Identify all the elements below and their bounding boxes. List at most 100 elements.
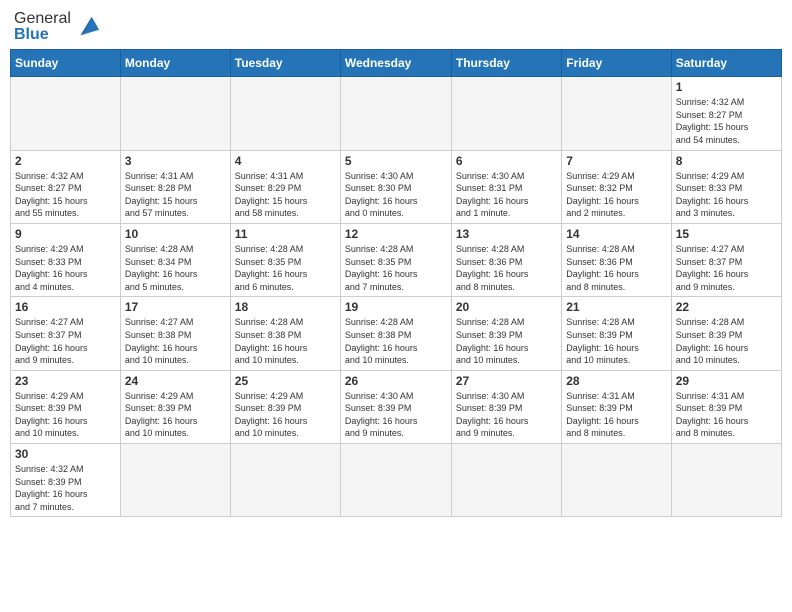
weekday-header-saturday: Saturday [671,50,781,77]
logo: General Blue [14,10,101,43]
day-number: 30 [15,447,116,461]
calendar-day-cell [451,77,561,150]
weekday-header-tuesday: Tuesday [230,50,340,77]
calendar-day-cell: 18 Sunrise: 4:28 AM Sunset: 8:38 PM Dayli… [230,297,340,370]
day-number: 23 [15,374,116,388]
day-info: Sunrise: 4:27 AM Sunset: 8:37 PM Dayligh… [676,243,777,293]
calendar-day-cell: 11 Sunrise: 4:28 AM Sunset: 8:35 PM Dayli… [230,223,340,296]
calendar-table: SundayMondayTuesdayWednesdayThursdayFrid… [10,49,782,517]
calendar-day-cell: 24Sunrise: 4:29 AM Sunset: 8:39 PM Dayli… [120,370,230,443]
day-number: 22 [676,300,777,314]
day-info: Sunrise: 4:28 AM Sunset: 8:39 PM Dayligh… [566,316,666,366]
day-number: 25 [235,374,336,388]
day-number: 28 [566,374,666,388]
calendar-day-cell [11,77,121,150]
calendar-day-cell: 16 Sunrise: 4:27 AM Sunset: 8:37 PM Dayli… [11,297,121,370]
calendar-day-cell [230,444,340,517]
calendar-day-cell: 20 Sunrise: 4:28 AM Sunset: 8:39 PM Dayli… [451,297,561,370]
calendar-day-cell: 12Sunrise: 4:28 AM Sunset: 8:35 PM Dayli… [340,223,451,296]
day-number: 2 [15,154,116,168]
calendar-day-cell [120,77,230,150]
day-info: Sunrise: 4:28 AM Sunset: 8:38 PM Dayligh… [235,316,336,366]
day-number: 15 [676,227,777,241]
day-info: Sunrise: 4:28 AM Sunset: 8:34 PM Dayligh… [125,243,226,293]
day-number: 12 [345,227,447,241]
day-info: Sunrise: 4:28 AM Sunset: 8:36 PM Dayligh… [566,243,666,293]
day-number: 6 [456,154,557,168]
calendar-day-cell [562,444,671,517]
day-info: Sunrise: 4:28 AM Sunset: 8:39 PM Dayligh… [676,316,777,366]
calendar-day-cell [230,77,340,150]
calendar-day-cell: 17Sunrise: 4:27 AM Sunset: 8:38 PM Dayli… [120,297,230,370]
calendar-day-cell: 19 Sunrise: 4:28 AM Sunset: 8:38 PM Dayli… [340,297,451,370]
page-header: General Blue [10,10,782,43]
day-info: Sunrise: 4:28 AM Sunset: 8:38 PM Dayligh… [345,316,447,366]
calendar-day-cell: 9 Sunrise: 4:29 AM Sunset: 8:33 PM Daylig… [11,223,121,296]
calendar-day-cell: 27 Sunrise: 4:30 AM Sunset: 8:39 PM Dayli… [451,370,561,443]
day-number: 4 [235,154,336,168]
day-number: 18 [235,300,336,314]
day-number: 9 [15,227,116,241]
calendar-day-cell [340,77,451,150]
calendar-week-4: 16 Sunrise: 4:27 AM Sunset: 8:37 PM Dayli… [11,297,782,370]
calendar-day-cell: 14 Sunrise: 4:28 AM Sunset: 8:36 PM Dayli… [562,223,671,296]
calendar-week-3: 9 Sunrise: 4:29 AM Sunset: 8:33 PM Daylig… [11,223,782,296]
logo-icon [73,13,101,41]
day-number: 16 [15,300,116,314]
day-info: Sunrise: 4:32 AM Sunset: 8:27 PM Dayligh… [676,96,777,146]
calendar-day-cell [340,444,451,517]
day-info: Sunrise: 4:29 AM Sunset: 8:39 PM Dayligh… [15,390,116,440]
day-number: 5 [345,154,447,168]
day-number: 21 [566,300,666,314]
calendar-week-5: 23 Sunrise: 4:29 AM Sunset: 8:39 PM Dayli… [11,370,782,443]
day-info: Sunrise: 4:29 AM Sunset: 8:33 PM Dayligh… [15,243,116,293]
calendar-day-cell: 4 Sunrise: 4:31 AM Sunset: 8:29 PM Daylig… [230,150,340,223]
calendar-week-6: 30 Sunrise: 4:32 AM Sunset: 8:39 PM Dayli… [11,444,782,517]
day-number: 20 [456,300,557,314]
day-info: Sunrise: 4:31 AM Sunset: 8:29 PM Dayligh… [235,170,336,220]
day-number: 7 [566,154,666,168]
calendar-day-cell: 3Sunrise: 4:31 AM Sunset: 8:28 PM Daylig… [120,150,230,223]
day-number: 27 [456,374,557,388]
weekday-header-row: SundayMondayTuesdayWednesdayThursdayFrid… [11,50,782,77]
day-info: Sunrise: 4:30 AM Sunset: 8:39 PM Dayligh… [456,390,557,440]
calendar-day-cell: 28Sunrise: 4:31 AM Sunset: 8:39 PM Dayli… [562,370,671,443]
day-info: Sunrise: 4:29 AM Sunset: 8:32 PM Dayligh… [566,170,666,220]
weekday-header-thursday: Thursday [451,50,561,77]
calendar-day-cell: 22 Sunrise: 4:28 AM Sunset: 8:39 PM Dayli… [671,297,781,370]
day-info: Sunrise: 4:27 AM Sunset: 8:37 PM Dayligh… [15,316,116,366]
day-number: 19 [345,300,447,314]
day-number: 8 [676,154,777,168]
day-number: 17 [125,300,226,314]
day-number: 11 [235,227,336,241]
calendar-day-cell: 2 Sunrise: 4:32 AM Sunset: 8:27 PM Daylig… [11,150,121,223]
calendar-day-cell: 1Sunrise: 4:32 AM Sunset: 8:27 PM Daylig… [671,77,781,150]
calendar-day-cell [562,77,671,150]
calendar-day-cell: 26Sunrise: 4:30 AM Sunset: 8:39 PM Dayli… [340,370,451,443]
day-info: Sunrise: 4:31 AM Sunset: 8:28 PM Dayligh… [125,170,226,220]
day-info: Sunrise: 4:28 AM Sunset: 8:39 PM Dayligh… [456,316,557,366]
day-number: 13 [456,227,557,241]
day-info: Sunrise: 4:30 AM Sunset: 8:39 PM Dayligh… [345,390,447,440]
day-number: 14 [566,227,666,241]
calendar-day-cell [671,444,781,517]
calendar-day-cell: 13 Sunrise: 4:28 AM Sunset: 8:36 PM Dayli… [451,223,561,296]
day-info: Sunrise: 4:32 AM Sunset: 8:39 PM Dayligh… [15,463,116,513]
calendar-week-1: 1Sunrise: 4:32 AM Sunset: 8:27 PM Daylig… [11,77,782,150]
calendar-day-cell: 7 Sunrise: 4:29 AM Sunset: 8:32 PM Daylig… [562,150,671,223]
day-info: Sunrise: 4:28 AM Sunset: 8:35 PM Dayligh… [235,243,336,293]
calendar-day-cell: 8 Sunrise: 4:29 AM Sunset: 8:33 PM Daylig… [671,150,781,223]
calendar-day-cell [120,444,230,517]
day-info: Sunrise: 4:28 AM Sunset: 8:36 PM Dayligh… [456,243,557,293]
calendar-day-cell [451,444,561,517]
day-info: Sunrise: 4:30 AM Sunset: 8:31 PM Dayligh… [456,170,557,220]
day-info: Sunrise: 4:30 AM Sunset: 8:30 PM Dayligh… [345,170,447,220]
weekday-header-sunday: Sunday [11,50,121,77]
weekday-header-wednesday: Wednesday [340,50,451,77]
day-info: Sunrise: 4:29 AM Sunset: 8:33 PM Dayligh… [676,170,777,220]
calendar-day-cell: 15 Sunrise: 4:27 AM Sunset: 8:37 PM Dayli… [671,223,781,296]
weekday-header-monday: Monday [120,50,230,77]
day-number: 29 [676,374,777,388]
day-info: Sunrise: 4:32 AM Sunset: 8:27 PM Dayligh… [15,170,116,220]
calendar-day-cell: 6 Sunrise: 4:30 AM Sunset: 8:31 PM Daylig… [451,150,561,223]
